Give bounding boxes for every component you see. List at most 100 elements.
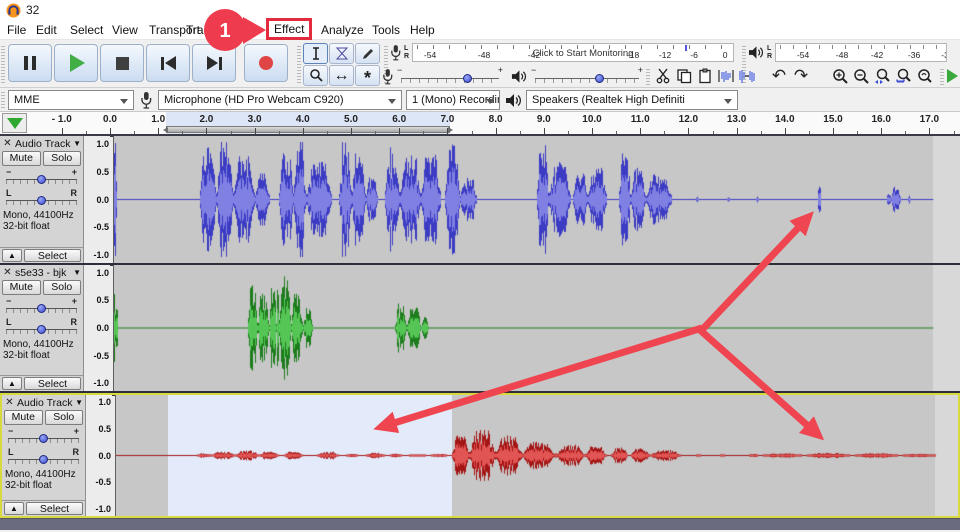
toolbar-grip[interactable] xyxy=(646,67,650,85)
gain-slider-thumb[interactable] xyxy=(39,434,48,443)
waveform-area[interactable] xyxy=(114,265,960,391)
playback-meter[interactable]: L R -54 -48 -42 -36 -3 xyxy=(748,43,947,62)
toolbar-grip[interactable] xyxy=(297,44,301,83)
solo-button[interactable]: Solo xyxy=(43,151,82,166)
waveform-area[interactable] xyxy=(114,136,960,263)
solo-button[interactable]: Solo xyxy=(45,410,84,425)
copy-button[interactable] xyxy=(674,66,694,86)
menu-effect-highlighted[interactable]: Effect xyxy=(266,18,312,40)
time-shift-tool-button[interactable]: ↔ xyxy=(329,65,354,86)
toolbar-grip[interactable] xyxy=(1,44,5,83)
track-menu-chevron-icon[interactable]: ▼ xyxy=(75,398,83,407)
menu-tools[interactable]: Tools xyxy=(372,23,400,37)
mute-button[interactable]: Mute xyxy=(2,280,41,295)
selection-tool-button[interactable] xyxy=(303,43,328,64)
record-button[interactable] xyxy=(244,44,288,82)
track-title[interactable]: Audio Track xyxy=(15,138,71,150)
redo-button[interactable]: ↷ xyxy=(791,66,811,86)
gain-slider[interactable]: −+ xyxy=(5,295,78,316)
playback-device-dropdown[interactable]: Speakers (Realtek High Definiti xyxy=(526,90,738,110)
recording-volume-slider[interactable]: − + xyxy=(397,67,503,85)
menu-tracks[interactable]: Tracks xyxy=(186,23,222,37)
collapse-track-button[interactable]: ▲ xyxy=(2,249,22,262)
timeline-ruler[interactable]: - 1.00.01.02.03.04.05.06.07.08.09.010.01… xyxy=(0,112,960,136)
menu-analyze[interactable]: Analyze xyxy=(321,23,364,37)
pause-button[interactable] xyxy=(8,44,52,82)
collapse-track-button[interactable]: ▲ xyxy=(2,377,22,390)
close-track-icon[interactable]: ✕ xyxy=(2,267,13,278)
playback-volume-thumb[interactable] xyxy=(595,74,604,83)
recording-meter-scale[interactable]: -54 -48 -42 Click to Start Monitoring -1… xyxy=(412,43,734,62)
gain-slider[interactable]: −+ xyxy=(5,166,78,187)
select-track-button[interactable]: Select xyxy=(26,502,83,515)
pan-slider-thumb[interactable] xyxy=(37,196,46,205)
gain-slider[interactable]: −+ xyxy=(7,425,80,446)
skip-to-end-button[interactable] xyxy=(192,44,236,82)
zoom-tool-button[interactable] xyxy=(303,65,328,86)
mute-button[interactable]: Mute xyxy=(4,410,43,425)
close-track-icon[interactable]: ✕ xyxy=(4,397,15,408)
multi-tool-button[interactable]: * xyxy=(355,65,380,86)
zoom-out-button[interactable] xyxy=(851,66,871,86)
track-title[interactable]: Audio Track xyxy=(17,397,73,409)
menu-edit[interactable]: Edit xyxy=(36,23,57,37)
waveform-canvas[interactable] xyxy=(114,265,958,391)
audio-host-dropdown[interactable]: MME xyxy=(8,90,134,110)
gain-slider-thumb[interactable] xyxy=(37,175,46,184)
play-at-speed-button-partial[interactable] xyxy=(947,69,958,83)
menu-help[interactable]: Help xyxy=(410,23,435,37)
pan-slider[interactable]: LR xyxy=(5,316,78,337)
quick-play-bar[interactable] xyxy=(166,126,450,133)
zoom-in-button[interactable] xyxy=(830,66,850,86)
vertical-scale-ruler[interactable]: 1.0 0.5 0.0 -0.5 -1.0 xyxy=(84,265,114,391)
solo-button[interactable]: Solo xyxy=(43,280,82,295)
pan-slider[interactable]: LR xyxy=(7,446,80,467)
gain-slider-thumb[interactable] xyxy=(37,304,46,313)
trim-audio-button[interactable] xyxy=(716,66,736,86)
waveform-canvas[interactable] xyxy=(116,395,956,516)
monitoring-text[interactable]: Click to Start Monitoring xyxy=(533,48,634,59)
toolbar-grip[interactable] xyxy=(940,67,944,85)
playback-meter-scale[interactable]: -54 -48 -42 -36 -3 xyxy=(775,43,947,62)
recording-channels-dropdown[interactable]: 1 (Mono) Recording Channe xyxy=(406,90,500,110)
selection-start-handle[interactable] xyxy=(163,127,168,133)
fit-selection-button[interactable] xyxy=(872,66,892,86)
select-track-button[interactable]: Select xyxy=(24,249,81,262)
selection-end-handle[interactable] xyxy=(448,127,453,133)
recording-meter[interactable]: L R -54 -48 -42 Click to Start Monitorin… xyxy=(390,43,734,62)
stop-button[interactable] xyxy=(100,44,144,82)
skip-to-start-button[interactable] xyxy=(146,44,190,82)
menu-select[interactable]: Select xyxy=(70,23,103,37)
waveform-area[interactable] xyxy=(116,395,958,516)
fit-project-button[interactable] xyxy=(893,66,913,86)
horizontal-scrollbar[interactable] xyxy=(0,518,960,530)
zoom-toggle-button[interactable] xyxy=(914,66,934,86)
cut-button[interactable] xyxy=(653,66,673,86)
toolbar-grip[interactable] xyxy=(1,91,5,108)
time-ruler[interactable]: - 1.00.01.02.03.04.05.06.07.08.09.010.01… xyxy=(28,112,960,134)
track-menu-chevron-icon[interactable]: ▼ xyxy=(73,139,81,148)
track-menu-chevron-icon[interactable]: ▼ xyxy=(73,268,81,277)
recording-volume-thumb[interactable] xyxy=(463,74,472,83)
menu-file[interactable]: File xyxy=(7,23,26,37)
select-track-button[interactable]: Select xyxy=(24,377,81,390)
undo-button[interactable]: ↶ xyxy=(769,66,789,86)
vertical-scale-ruler[interactable]: 1.0 0.5 0.0 -0.5 -1.0 xyxy=(86,395,116,516)
pan-slider[interactable]: LR xyxy=(5,187,78,208)
paste-button[interactable] xyxy=(695,66,715,86)
pan-slider-thumb[interactable] xyxy=(37,325,46,334)
silence-audio-button[interactable] xyxy=(737,66,757,86)
playback-volume-slider[interactable]: − + xyxy=(531,67,643,85)
waveform-canvas[interactable] xyxy=(114,136,958,263)
vertical-scale-ruler[interactable]: 1.0 0.5 0.0 -0.5 -1.0 xyxy=(84,136,114,263)
draw-tool-button[interactable] xyxy=(355,43,380,64)
mute-button[interactable]: Mute xyxy=(2,151,41,166)
close-track-icon[interactable]: ✕ xyxy=(2,138,13,149)
track-title[interactable]: s5e33 - bjk xyxy=(15,267,71,279)
play-button[interactable] xyxy=(54,44,98,82)
menu-view[interactable]: View xyxy=(112,23,138,37)
pan-slider-thumb[interactable] xyxy=(39,455,48,464)
envelope-tool-button[interactable] xyxy=(329,43,354,64)
timeline-options-button[interactable] xyxy=(2,113,27,133)
collapse-track-button[interactable]: ▲ xyxy=(4,502,24,515)
